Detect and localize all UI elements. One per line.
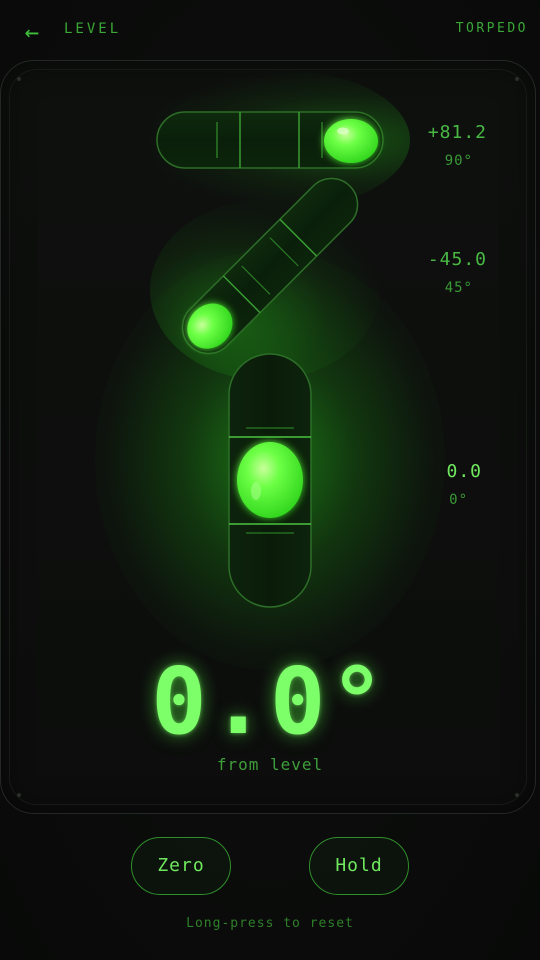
level-screen: ← LEVEL TORPEDO +81.2 90° -45.0 45° 0.0 … <box>0 0 540 960</box>
horizontal-vial <box>156 111 384 169</box>
reading-subtitle: from level <box>216 755 324 774</box>
diagonal-readout: -45.0 45° <box>400 249 487 296</box>
vertical-readout: 0.0 0° <box>400 461 482 508</box>
horizontal-angle: 90° <box>444 153 473 169</box>
vertical-vial <box>228 353 312 608</box>
zero-button[interactable]: Zero <box>131 837 231 895</box>
diagonal-vial <box>181 177 359 355</box>
diagonal-angle: 45° <box>444 280 473 296</box>
diagonal-value: -45.0 <box>427 249 487 270</box>
horizontal-bubble <box>324 119 378 163</box>
horizontal-readout: +81.2 90° <box>400 122 487 169</box>
vertical-angle: 0° <box>449 492 468 508</box>
reset-hint: Long-press to reset <box>186 916 354 931</box>
hold-button[interactable]: Hold <box>309 837 409 895</box>
vertical-value: 0.0 <box>446 461 482 482</box>
horizontal-value: +81.2 <box>427 122 487 143</box>
vertical-bubble <box>237 442 303 518</box>
main-angle-reading: 0.0° <box>151 648 389 755</box>
